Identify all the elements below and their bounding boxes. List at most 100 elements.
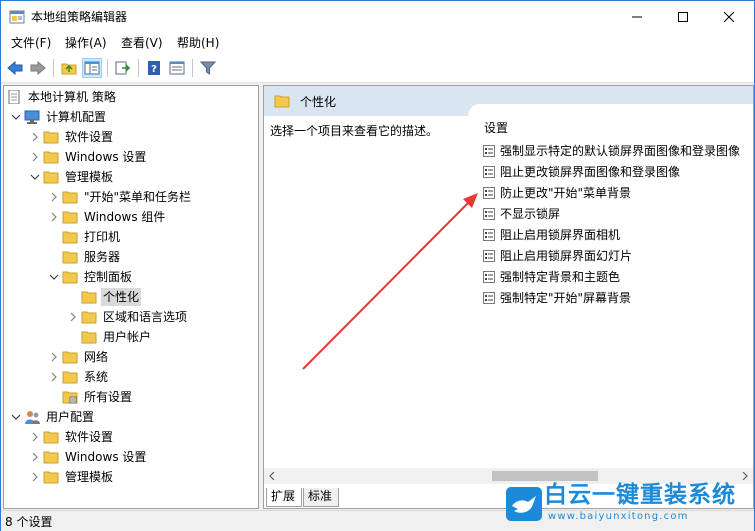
tree-item[interactable]: Windows 组件 [46,207,167,227]
chevron-down-icon[interactable] [8,407,24,427]
policy-setting-item[interactable]: 强制显示特定的默认锁屏界面图像和登录图像 [482,141,740,161]
menu-action[interactable]: 操作(A) [65,35,107,51]
column-header-setting[interactable]: 设置 [484,120,508,136]
tree-item-label: Windows 设置 [65,150,147,164]
chevron-right-icon[interactable] [27,427,43,447]
policy-setting-label: 阻止启用锁屏界面相机 [500,228,621,242]
chevron-right-icon[interactable] [27,127,43,147]
folder-icon [62,210,78,224]
help-icon: ? [148,61,160,75]
folder-icon [62,270,78,284]
forward-button[interactable] [28,58,48,78]
tree-item[interactable]: 计算机配置 [8,107,108,127]
up-folder-button[interactable] [59,58,79,78]
group-policy-editor-window: 本地组策略编辑器 文件(F) 操作(A) 查看(V) 帮助(H) ? 本地计算机… [0,0,755,531]
chevron-right-icon[interactable] [46,207,62,227]
tree-item[interactable]: 打印机 [46,227,122,247]
maximize-button[interactable] [660,1,706,32]
chevron-down-icon[interactable] [8,107,24,127]
chevron-right-icon[interactable] [27,447,43,467]
menu-help[interactable]: 帮助(H) [177,35,219,51]
toolbar-separator [53,59,54,77]
policy-setting-item[interactable]: 强制特定背景和主题色 [482,267,620,287]
policy-setting-item[interactable]: 阻止启用锁屏界面相机 [482,225,620,245]
folder-icon [43,150,59,164]
menu-view[interactable]: 查看(V) [121,35,163,51]
policy-setting-item[interactable]: 不显示锁屏 [482,204,560,224]
show-hide-tree-button[interactable] [82,58,102,78]
tree-item[interactable]: 管理模板 [27,467,115,487]
policy-setting-item[interactable]: 阻止启用锁屏界面幻灯片 [482,246,632,266]
chevron-down-icon[interactable] [46,267,62,287]
watermark-url: www.baiyunxitong.com [548,511,689,522]
chevron-right-icon[interactable] [46,347,62,367]
folder-icon [62,370,78,384]
export-list-icon [115,61,131,75]
tree-item[interactable]: 控制面板 [46,267,134,287]
all-settings-icon [62,390,78,404]
tree-item[interactable]: "开始"菜单和任务栏 [46,187,193,207]
tab-standard[interactable]: 标准 [303,488,339,507]
tree-item[interactable]: 区域和语言选项 [65,307,189,327]
tree-item[interactable]: 管理模板 [27,167,115,187]
policy-setting-label: 不显示锁屏 [500,207,561,221]
tree-item-label: Windows 设置 [65,450,147,464]
policy-setting-icon [482,144,496,158]
folder-icon [81,330,97,344]
tree-item[interactable]: 软件设置 [27,427,115,447]
chevron-down-icon[interactable] [27,167,43,187]
tree-item[interactable]: 个性化 [65,287,142,307]
properties-button[interactable] [167,58,187,78]
tree-item-label: 用户帐户 [103,330,152,344]
tree-item-label: "开始"菜单和任务栏 [84,190,192,204]
tree-item[interactable]: Windows 设置 [27,147,148,167]
minimize-button[interactable] [614,1,660,32]
back-button[interactable] [5,58,25,78]
help-button[interactable]: ? [144,58,164,78]
tree-item[interactable]: 用户帐户 [65,327,153,347]
policy-setting-icon [482,291,496,305]
minimize-icon [632,16,642,17]
tree-item-label: 网络 [84,350,109,364]
tree-item[interactable]: 网络 [46,347,110,367]
tree-item[interactable]: Windows 设置 [27,447,148,467]
chevron-right-icon[interactable] [46,367,62,387]
policy-setting-icon [482,207,496,221]
filter-button[interactable] [198,58,218,78]
user-icon [24,410,40,424]
tree-root[interactable]: 本地计算机 策略 [6,87,118,107]
forward-icon [30,61,46,75]
chevron-right-icon[interactable] [65,307,81,327]
show-hide-tree-icon [84,61,100,75]
export-list-button[interactable] [113,58,133,78]
close-button[interactable] [706,1,752,32]
computer-icon [24,110,40,124]
policy-setting-label: 阻止启用锁屏界面幻灯片 [500,249,633,263]
tree-item[interactable]: 系统 [46,367,110,387]
menu-file[interactable]: 文件(F) [11,35,51,51]
policy-setting-item[interactable]: 强制特定"开始"屏幕背景 [482,288,631,308]
chevron-right-icon[interactable] [46,187,62,207]
chevron-right-icon[interactable] [27,467,43,487]
policy-setting-icon [482,270,496,284]
policy-setting-item[interactable]: 阻止更改锁屏界面图像和登录图像 [482,162,680,182]
tree-item[interactable]: 软件设置 [27,127,115,147]
folder-icon [62,190,78,204]
tree-item[interactable]: 服务器 [46,247,122,267]
policy-setting-label: 阻止更改锁屏界面图像和登录图像 [500,165,681,179]
svg-text:?: ? [151,64,157,75]
scroll-left-icon[interactable] [264,468,280,484]
policy-setting-icon [482,228,496,242]
tree-item[interactable]: 所有设置 [46,387,134,407]
policy-setting-label: 强制显示特定的默认锁屏界面图像和登录图像 [500,144,741,158]
tab-extended[interactable]: 扩展 [266,488,302,507]
tree-item[interactable]: 用户配置 [8,407,96,427]
policy-setting-item[interactable]: 防止更改"开始"菜单背景 [482,183,631,203]
tree-pane[interactable]: 本地计算机 策略 计算机配置 软件设置 Windows 设置 管理模板 "开始"菜单和任… [3,85,259,509]
chevron-right-icon[interactable] [27,147,43,167]
toolbar-separator [138,59,139,77]
toolbar-separator [192,59,193,77]
